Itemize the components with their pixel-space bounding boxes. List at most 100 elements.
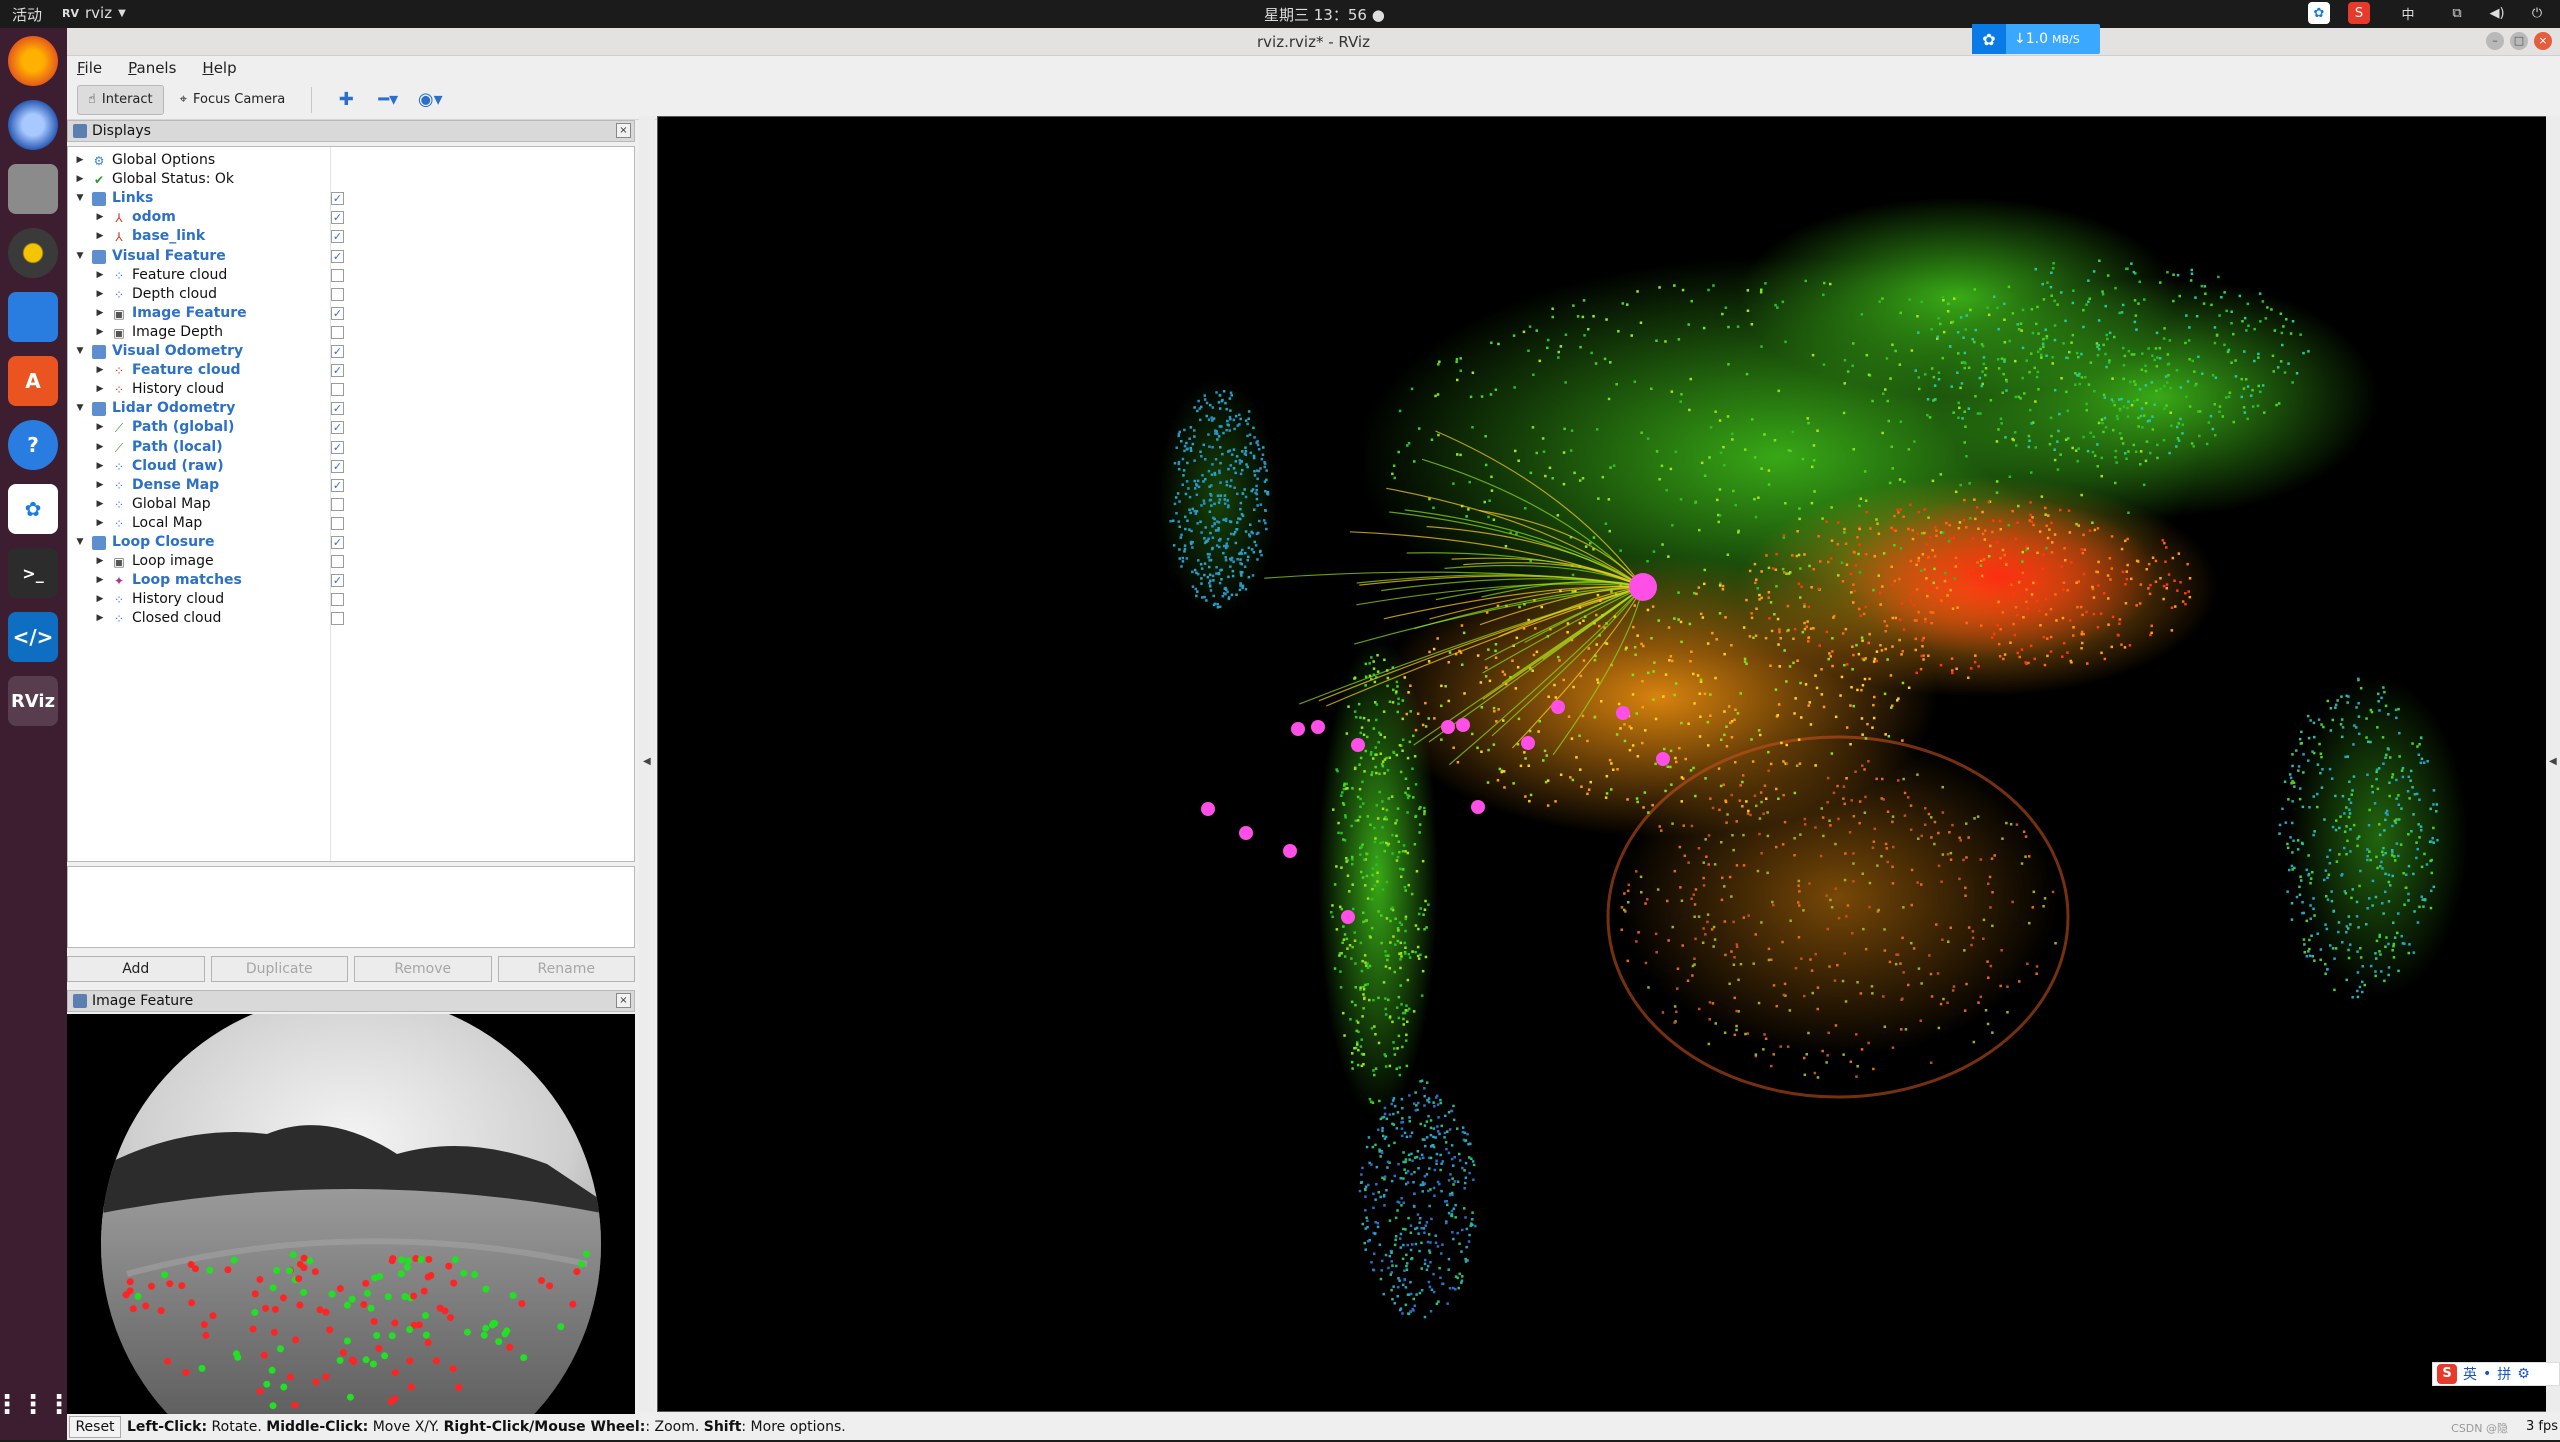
- expand-arrow-icon[interactable]: ▶: [94, 495, 106, 514]
- display-tree-row[interactable]: ▶ ⁘ History cloud: [68, 380, 330, 399]
- display-enable-checkbox[interactable]: [331, 268, 344, 282]
- expand-arrow-icon[interactable]: ▶: [94, 227, 106, 246]
- volume-icon[interactable]: ◀): [2486, 2, 2508, 24]
- expand-arrow-icon[interactable]: ▶: [94, 323, 106, 342]
- remove-tool-icon[interactable]: ━▾: [370, 89, 406, 110]
- duplicate-display-button[interactable]: Duplicate: [210, 956, 348, 982]
- expand-arrow-icon[interactable]: ▶: [94, 514, 106, 533]
- collapse-arrow-icon[interactable]: ▼: [74, 342, 86, 361]
- expand-arrow-icon[interactable]: ▶: [74, 151, 86, 170]
- reset-button[interactable]: Reset: [69, 1416, 121, 1438]
- add-tool-icon[interactable]: ✚: [328, 89, 364, 110]
- expand-arrow-icon[interactable]: ▶: [94, 418, 106, 437]
- ime-mode[interactable]: 拼: [2497, 1364, 2511, 1384]
- display-tree-row[interactable]: ▶ ⁘ Dense Map: [68, 476, 330, 495]
- menu-panels[interactable]: Panels: [128, 56, 176, 80]
- writer-icon[interactable]: [8, 292, 58, 342]
- rhythmbox-icon[interactable]: [8, 228, 58, 278]
- expand-arrow-icon[interactable]: ▶: [94, 380, 106, 399]
- display-enable-checkbox[interactable]: [331, 325, 344, 339]
- display-tree-row[interactable]: ▶ ⁘ Feature cloud: [68, 266, 330, 285]
- right-dock-splitter[interactable]: ◀: [2546, 116, 2560, 1412]
- display-tree-row[interactable]: ▶ ⁘ Global Map: [68, 495, 330, 514]
- display-tree-row[interactable]: ▶ ⁘ Feature cloud: [68, 361, 330, 380]
- sogou-tray-icon[interactable]: S: [2348, 2, 2370, 24]
- display-tree-row[interactable]: ▶ ⁘ Closed cloud: [68, 609, 330, 628]
- expand-arrow-icon[interactable]: ▶: [94, 304, 106, 323]
- ime-status-bar[interactable]: S 英 • 拼 ⚙: [2432, 1362, 2560, 1386]
- focus-camera-tool-button[interactable]: ⌖ Focus Camera: [170, 85, 296, 115]
- baidu-netdisk-tray-icon[interactable]: ✿: [2308, 2, 2330, 24]
- expand-arrow-icon[interactable]: ▶: [94, 476, 106, 495]
- expand-arrow-icon[interactable]: ▶: [94, 208, 106, 227]
- display-tree-row[interactable]: ▶ ✔ Global Status: Ok: [68, 170, 330, 189]
- display-tree-row[interactable]: ▼ Loop Closure: [68, 533, 330, 552]
- display-enable-checkbox[interactable]: ✓: [331, 192, 344, 206]
- minimize-button[interactable]: –: [2486, 32, 2504, 50]
- display-enable-checkbox[interactable]: [331, 516, 344, 530]
- expand-arrow-icon[interactable]: ▶: [94, 266, 106, 285]
- display-tree-row[interactable]: ▶ ⟋ Path (global): [68, 418, 330, 437]
- show-applications-icon[interactable]: ⋮⋮⋮: [0, 1380, 72, 1430]
- display-enable-checkbox[interactable]: [331, 383, 344, 397]
- maximize-button[interactable]: □: [2510, 32, 2528, 50]
- display-tree-row[interactable]: ▶ ⁘ Depth cloud: [68, 285, 330, 304]
- display-tree-row[interactable]: ▼ Lidar Odometry: [68, 399, 330, 418]
- menu-help[interactable]: Help: [202, 56, 236, 80]
- display-tree-row[interactable]: ▶ ▣ Image Feature: [68, 304, 330, 323]
- display-tree-row[interactable]: ▶ ⁘ History cloud: [68, 590, 330, 609]
- display-tree-row[interactable]: ▶ ▣ Image Depth: [68, 323, 330, 342]
- collapse-arrow-icon[interactable]: ▼: [74, 399, 86, 418]
- input-method-indicator[interactable]: 中: [2388, 2, 2428, 24]
- display-enable-checkbox[interactable]: ✓: [331, 211, 344, 225]
- expand-arrow-icon[interactable]: ▶: [94, 438, 106, 457]
- add-display-button[interactable]: Add: [67, 956, 205, 982]
- activities-button[interactable]: 活动: [12, 4, 42, 25]
- expand-arrow-icon[interactable]: ▶: [94, 590, 106, 609]
- display-tree-row[interactable]: ▶ ⅄ odom: [68, 208, 330, 227]
- display-enable-checkbox[interactable]: ✓: [331, 421, 344, 435]
- software-center-icon[interactable]: A: [8, 356, 58, 406]
- display-tree-row[interactable]: ▶ ⚙ Global Options: [68, 151, 330, 170]
- display-enable-checkbox[interactable]: ✓: [331, 230, 344, 244]
- expand-arrow-icon[interactable]: ▶: [94, 571, 106, 590]
- display-tree-row[interactable]: ▼ Visual Feature: [68, 247, 330, 266]
- display-tree-row[interactable]: ▼ Visual Odometry: [68, 342, 330, 361]
- files-icon[interactable]: [8, 164, 58, 214]
- expand-arrow-icon[interactable]: ▶: [94, 552, 106, 571]
- help-icon[interactable]: ?: [8, 420, 58, 470]
- display-enable-checkbox[interactable]: ✓: [331, 402, 344, 416]
- app-menu[interactable]: RV rviz ▼: [62, 4, 126, 22]
- remove-display-button[interactable]: Remove: [354, 956, 492, 982]
- rename-display-button[interactable]: Rename: [497, 956, 635, 982]
- display-enable-checkbox[interactable]: ✓: [331, 459, 344, 473]
- rviz-icon[interactable]: RViz: [8, 676, 58, 726]
- collapse-arrow-icon[interactable]: ▼: [74, 189, 86, 208]
- display-enable-checkbox[interactable]: [331, 555, 344, 569]
- display-enable-checkbox[interactable]: [331, 593, 344, 607]
- terminal-icon[interactable]: >_: [8, 548, 58, 598]
- display-tree-row[interactable]: ▼ Links: [68, 189, 330, 208]
- display-enable-checkbox[interactable]: ✓: [331, 364, 344, 378]
- display-enable-checkbox[interactable]: ✓: [331, 345, 344, 358]
- close-button[interactable]: ×: [2534, 32, 2552, 50]
- display-enable-checkbox[interactable]: ✓: [331, 306, 344, 320]
- ime-settings-icon[interactable]: ⚙: [2517, 1366, 2530, 1382]
- panel-close-button[interactable]: ×: [616, 123, 631, 138]
- vscode-icon[interactable]: </>: [8, 612, 58, 662]
- network-speed-widget[interactable]: ✿ ↓1.0 MB/S: [1972, 24, 2100, 54]
- display-tree-row[interactable]: ▶ ⁘ Cloud (raw): [68, 457, 330, 476]
- display-tree-row[interactable]: ▶ ⟋ Path (local): [68, 438, 330, 457]
- image-feature-view[interactable]: [67, 1014, 635, 1438]
- expand-arrow-icon[interactable]: ▶: [74, 170, 86, 189]
- firefox-icon[interactable]: [8, 36, 58, 86]
- menu-file[interactable]: File: [77, 56, 102, 80]
- display-tree-row[interactable]: ▶ ⅄ base_link: [68, 227, 330, 246]
- ime-language[interactable]: 英: [2463, 1364, 2477, 1384]
- display-enable-checkbox[interactable]: [331, 287, 344, 301]
- display-tree-row[interactable]: ▶ ▣ Loop image: [68, 552, 330, 571]
- display-enable-checkbox[interactable]: ✓: [331, 249, 344, 263]
- clock[interactable]: 星期三 13：56 ●: [1264, 4, 1385, 25]
- display-tree-row[interactable]: ▶ ✦ Loop matches: [68, 571, 330, 590]
- panel-close-button[interactable]: ×: [616, 993, 631, 1008]
